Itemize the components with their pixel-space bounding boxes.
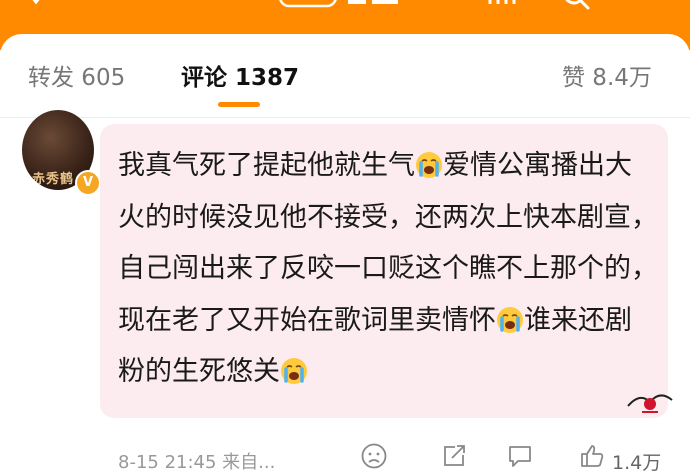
comment-panel: 转发 605 评论 1387 赞 8.4万 赤秀鹤 V 我真气死了提起他就生气爱… (0, 34, 690, 476)
like-count: 1.4万 (612, 452, 662, 474)
comment-bubble: 我真气死了提起他就生气 爱情公寓播出大火的时候没见他不接受，还两次上快本剧宣，自己… (100, 124, 668, 418)
comment-text-part: 我真气死了提起他就生气 (118, 150, 415, 181)
crying-emoji-icon (416, 152, 442, 178)
comment-meta: 8-15 21:45 来自... (118, 452, 276, 473)
tab-likes[interactable]: 赞 8.4万 (562, 58, 652, 92)
tab-bar: 转发 605 评论 1387 赞 8.4万 (0, 34, 690, 118)
dislike-icon[interactable] (360, 442, 388, 470)
sticker-icon (627, 394, 673, 413)
search-field-icon[interactable] (278, 0, 338, 16)
comment-footer: 8-15 21:45 来自... 1.4万 (0, 438, 690, 476)
like-icon[interactable] (578, 442, 606, 470)
tab-reposts[interactable]: 转发 605 (28, 58, 125, 92)
crying-emoji-icon (281, 358, 307, 384)
avatar-text: 赤秀鹤 (32, 172, 75, 187)
comment-icon[interactable] (506, 442, 534, 470)
comment-text: 我真气死了提起他就生气 爱情公寓播出大火的时候没见他不接受，还两次上快本剧宣，自己… (118, 140, 658, 398)
share-top-icon[interactable] (486, 0, 520, 16)
search-icon[interactable] (558, 0, 594, 16)
share-icon[interactable] (440, 442, 468, 470)
crying-emoji-icon (497, 306, 523, 333)
header-title-icon (348, 0, 398, 4)
tab-comments[interactable]: 评论 1387 (181, 58, 299, 92)
divider (0, 117, 690, 118)
active-tab-indicator (218, 102, 260, 107)
verified-badge: V (75, 170, 101, 196)
back-icon[interactable] (22, 0, 52, 16)
